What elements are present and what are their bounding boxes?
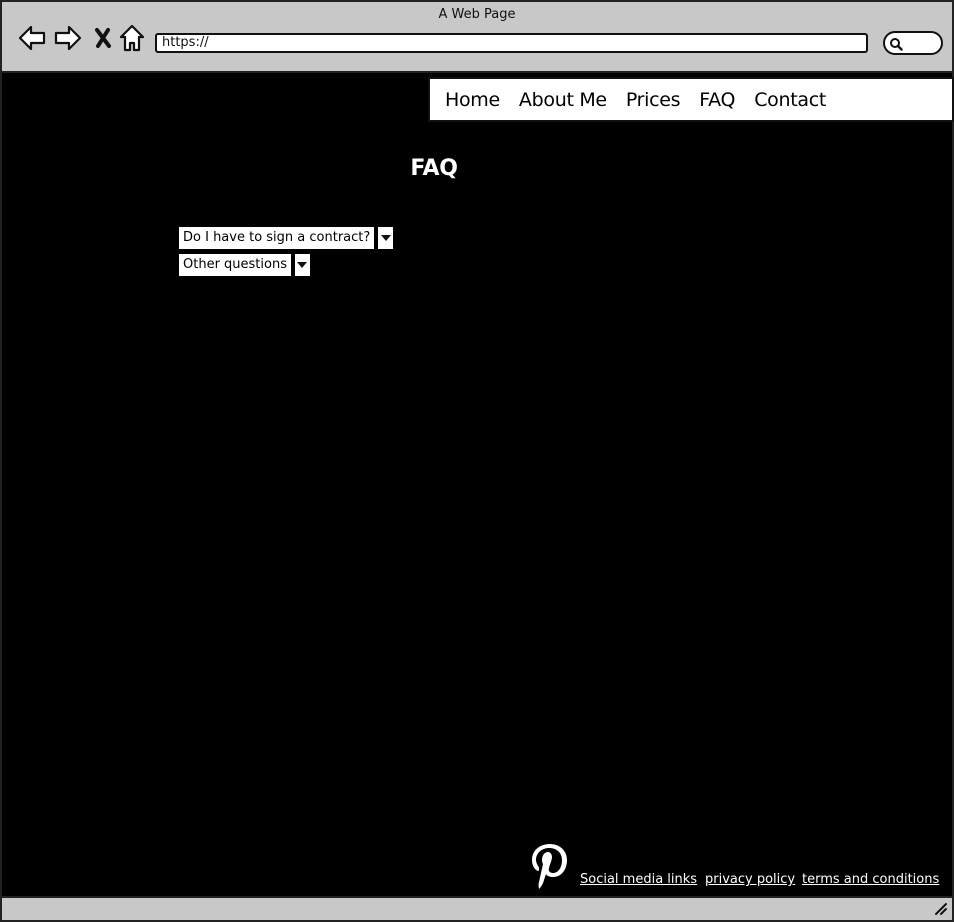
pinterest-icon[interactable] [530, 842, 570, 890]
stop-button[interactable] [88, 24, 118, 52]
faq-question-label[interactable]: Other questions [178, 253, 292, 277]
resize-grip-icon[interactable] [934, 902, 948, 916]
nav-home[interactable]: Home [445, 89, 500, 111]
address-bar[interactable]: https:// [155, 33, 868, 53]
terms-link[interactable]: terms and conditions [802, 872, 939, 887]
faq-expand-toggle[interactable] [293, 253, 311, 277]
status-bar [2, 896, 952, 920]
faq-question-label[interactable]: Do I have to sign a contract? [178, 226, 376, 250]
nav-prices[interactable]: Prices [626, 89, 681, 111]
faq-item-other[interactable]: Other questions [178, 253, 311, 277]
privacy-policy-link[interactable]: privacy policy [705, 872, 795, 887]
caret-down-icon [297, 262, 308, 268]
forward-button[interactable] [53, 24, 83, 52]
browser-search-button[interactable] [883, 31, 943, 55]
caret-down-icon [380, 235, 391, 241]
forward-arrow-icon [54, 25, 82, 51]
close-icon [95, 28, 111, 48]
nav-about-me[interactable]: About Me [519, 89, 607, 111]
back-arrow-icon [18, 25, 46, 51]
nav-faq[interactable]: FAQ [699, 89, 735, 111]
browser-window: A Web Page https:// Home About Me Prices… [0, 0, 954, 922]
faq-item-contract[interactable]: Do I have to sign a contract? [178, 226, 395, 250]
home-icon [119, 24, 145, 52]
nav-contact[interactable]: Contact [754, 89, 826, 111]
main-navigation: Home About Me Prices FAQ Contact [428, 77, 954, 122]
faq-expand-toggle[interactable] [377, 226, 395, 250]
window-title: A Web Page [438, 7, 516, 22]
browser-chrome: A Web Page https:// [2, 2, 952, 73]
page-title: FAQ [410, 156, 458, 181]
back-button[interactable] [17, 24, 47, 52]
home-button[interactable] [117, 24, 147, 52]
social-media-link[interactable]: Social media links [580, 872, 697, 887]
search-icon [890, 38, 903, 51]
